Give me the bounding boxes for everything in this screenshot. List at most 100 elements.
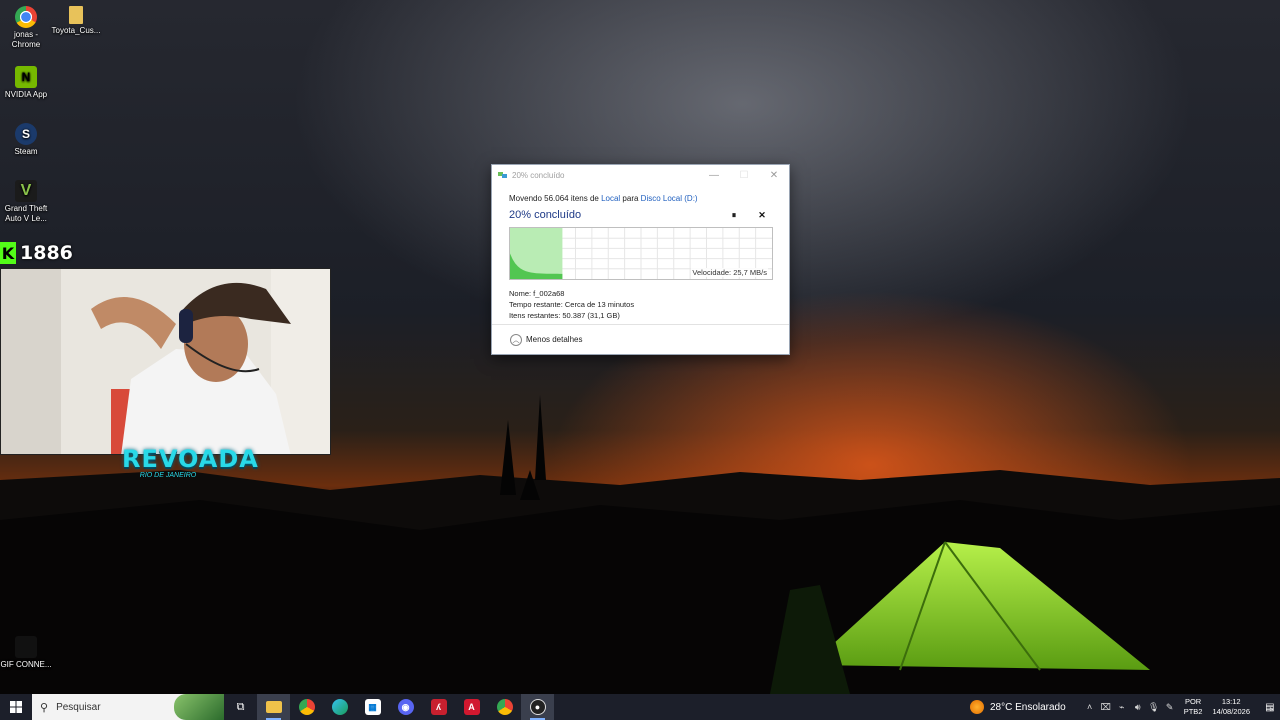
weather-text: 28°C Ensolarado — [989, 701, 1066, 713]
close-button[interactable]: ✕ — [759, 165, 789, 185]
notification-count: 5 — [1269, 707, 1273, 713]
desktop-icon-label: Grand Theft Auto V Le... — [4, 204, 48, 223]
desktop-icon-gta[interactable]: V Grand Theft Auto V Le... — [0, 180, 52, 224]
desktop-icon-label: jonas - Chrome — [11, 30, 41, 49]
microphone-icon[interactable]: 🎙︎ — [1146, 702, 1162, 713]
chrome-icon — [496, 699, 513, 715]
search-icon: ⚲ — [40, 701, 49, 714]
copy-arrow-icon — [498, 172, 507, 178]
kick-viewer-badge: K 1886 — [0, 242, 73, 264]
search-placeholder: Pesquisar — [56, 701, 101, 713]
pause-button[interactable]: ⏸ — [724, 208, 744, 222]
store-icon: ▦ — [364, 699, 381, 715]
task-view-icon: ⧉ — [236, 700, 245, 713]
obs-icon: ● — [529, 699, 546, 715]
cancel-icon: ✕ — [758, 209, 766, 220]
taskbar-obs[interactable]: ● — [521, 694, 554, 720]
kick-viewer-count: 1886 — [20, 242, 73, 264]
task-view-button[interactable]: ⧉ — [224, 694, 257, 720]
dialog-title: 20% concluído — [512, 170, 565, 180]
desktop-icon-label: Steam — [14, 147, 38, 156]
close-icon: ✕ — [769, 169, 779, 181]
desktop-icon-label: NVIDIA App — [4, 90, 48, 99]
speed-label: Velocidade: 25,7 MB/s — [691, 268, 768, 277]
app-a-icon: A — [463, 699, 480, 715]
discord-icon: ◉ — [397, 699, 414, 715]
taskbar-app-a[interactable]: A — [455, 694, 488, 720]
progress-status: 20% concluído — [509, 209, 582, 221]
dialog-titlebar[interactable]: 20% concluído — ☐ ✕ — [492, 165, 789, 185]
sun-icon — [969, 700, 984, 714]
speed-graph: Velocidade: 25,7 MB/s — [509, 227, 773, 280]
file-name: Nome: f_002a68 — [509, 289, 565, 298]
desktop-icon-chrome[interactable]: jonas - Chrome — [0, 6, 52, 50]
dialog-body: Movendo 56.064 itens de Local para Disco… — [492, 185, 789, 321]
details-section: Nome: f_002a68 Tempo restante: Cerca de … — [509, 288, 772, 321]
webcam-overlay — [0, 268, 331, 455]
clock-time: 13:12 — [1221, 697, 1241, 706]
chevron-up-icon[interactable]: ˄ — [1082, 702, 1098, 712]
source-link[interactable]: Local — [601, 194, 620, 203]
chrome-icon — [15, 6, 37, 28]
chrome-icon — [298, 699, 315, 715]
taskbar-file-explorer[interactable] — [257, 694, 290, 720]
taskbar-clock[interactable]: 13:12 14/08/2026 — [1212, 697, 1250, 717]
edge-icon — [331, 699, 348, 715]
move-prefix: Movendo 56.064 itens de — [509, 194, 602, 203]
desktop-icon-gif[interactable]: GIF CONNE... — [0, 636, 52, 670]
desktop-icon-label: Toyota_Cus... — [51, 26, 101, 35]
start-button[interactable] — [0, 694, 32, 720]
minimize-icon: — — [709, 169, 719, 181]
less-details-toggle[interactable]: Menos detalhes — [526, 335, 582, 344]
taskbar-store[interactable]: ▦ — [356, 694, 389, 720]
pause-icon: ⏸ — [731, 209, 737, 220]
maximize-button[interactable]: ☐ — [729, 165, 759, 185]
app-red-icon: ʎ — [430, 699, 447, 715]
taskbar: ⚲ Pesquisar ⧉ ▦ ◉ ʎ A ● 28°C Ensolarado … — [0, 694, 1280, 720]
desktop-icon-steam[interactable]: S Steam — [0, 123, 52, 157]
taskbar-edge[interactable] — [323, 694, 356, 720]
items-remaining: Itens restantes: 50.387 (31,1 GB) — [509, 311, 620, 320]
time-remaining: Tempo restante: Cerca de 13 minutos — [509, 300, 635, 309]
notification-button[interactable]: ▤ 5 — [1258, 701, 1280, 714]
clock-date: 14/08/2026 — [1212, 707, 1250, 716]
taskbar-search[interactable]: ⚲ Pesquisar — [32, 694, 224, 720]
weather-widget[interactable]: 28°C Ensolarado — [969, 700, 1066, 714]
status-row: 20% concluído ⏸ ✕ — [509, 208, 772, 222]
stream-logo-subtitle: RIO DE JANEIRO — [139, 472, 197, 479]
system-tray: 28°C Ensolarado ˄ ⌧ ⌁ 🔊︎ 🎙︎ ✎ POR PTB2 1… — [969, 694, 1280, 720]
desktop-icon-folder[interactable]: Toyota_Cus... — [50, 6, 102, 36]
folder-icon — [265, 701, 282, 713]
taskbar-app-red[interactable]: ʎ — [422, 694, 455, 720]
device-icon[interactable]: ⌧ — [1098, 702, 1114, 713]
gta-icon: V — [15, 180, 37, 202]
steam-icon: S — [15, 123, 37, 145]
network-icon[interactable]: ⌁ — [1114, 702, 1130, 713]
folder-icon — [69, 6, 83, 24]
move-mid: para — [620, 194, 641, 203]
minimize-button[interactable]: — — [699, 165, 729, 185]
kick-logo-icon: K — [0, 242, 16, 264]
windows-logo-icon — [10, 701, 22, 713]
desktop-icon-label: GIF CONNE... — [0, 660, 52, 669]
taskbar-discord[interactable]: ◉ — [389, 694, 422, 720]
desktop-icon-nvidia[interactable]: N NVIDIA App — [0, 66, 52, 100]
gif-icon — [15, 636, 37, 658]
maximize-icon: ☐ — [739, 169, 749, 181]
stream-logo-title: REVOADA — [122, 445, 259, 473]
taskbar-chrome[interactable] — [290, 694, 323, 720]
pen-icon[interactable]: ✎ — [1162, 702, 1178, 713]
cancel-button[interactable]: ✕ — [752, 208, 772, 222]
chevron-up-icon[interactable]: ︿ — [510, 333, 522, 346]
keyboard-layout: PTB2 — [1183, 707, 1203, 716]
volume-icon[interactable]: 🔊︎ — [1130, 702, 1146, 713]
search-highlight-image — [174, 694, 224, 720]
destination-link[interactable]: Disco Local (D:) — [641, 194, 698, 203]
file-copy-dialog[interactable]: 20% concluído — ☐ ✕ Movendo 56.064 itens… — [491, 164, 790, 355]
nvidia-icon: N — [15, 66, 37, 88]
language-indicator[interactable]: POR PTB2 — [1184, 697, 1203, 717]
stream-logo: REVOADA RIO DE JANEIRO — [122, 445, 259, 486]
move-description: Movendo 56.064 itens de Local para Disco… — [509, 194, 772, 203]
dialog-footer: ︿ Menos detalhes — [492, 324, 789, 354]
taskbar-chrome-2[interactable] — [488, 694, 521, 720]
